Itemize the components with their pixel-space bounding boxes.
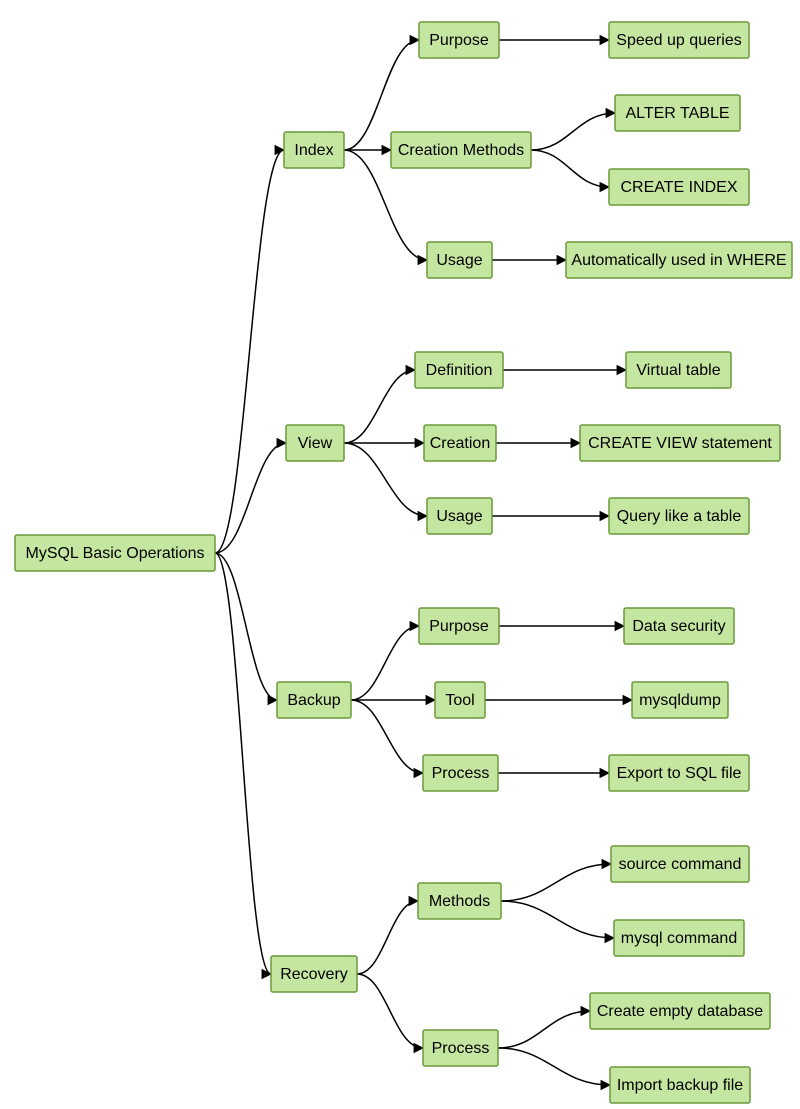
node-alter_table: ALTER TABLE bbox=[615, 95, 740, 131]
edge-view-to-definition bbox=[344, 370, 415, 443]
node-create_view: CREATE VIEW statement bbox=[580, 425, 780, 461]
node-label: mysql command bbox=[621, 930, 737, 947]
edge-backup-to-backup_process bbox=[351, 700, 423, 773]
node-label: mysqldump bbox=[639, 692, 721, 709]
node-label: Data security bbox=[632, 618, 725, 635]
edge-recovery-to-methods bbox=[357, 901, 418, 974]
edge-creation_methods-to-create_index bbox=[531, 150, 609, 187]
node-tool: Tool bbox=[435, 682, 485, 718]
node-backup: Backup bbox=[277, 682, 351, 718]
node-label: ALTER TABLE bbox=[625, 105, 729, 122]
edge-methods-to-source_command bbox=[501, 864, 611, 901]
node-label: Query like a table bbox=[617, 508, 742, 525]
node-label: View bbox=[298, 435, 333, 452]
edge-view-to-view_usage bbox=[344, 443, 427, 516]
node-source_command: source command bbox=[611, 846, 749, 882]
node-label: Process bbox=[432, 1040, 490, 1057]
node-mysqldump: mysqldump bbox=[632, 682, 728, 718]
node-label: Speed up queries bbox=[616, 32, 741, 49]
node-label: Purpose bbox=[429, 618, 489, 635]
node-label: Process bbox=[432, 765, 490, 782]
node-label: Usage bbox=[436, 252, 482, 269]
node-auto_where: Automatically used in WHERE bbox=[566, 242, 792, 278]
node-create_index: CREATE INDEX bbox=[609, 169, 749, 205]
node-create_empty_db: Create empty database bbox=[590, 993, 770, 1029]
node-creation: Creation bbox=[424, 425, 496, 461]
node-label: CREATE INDEX bbox=[620, 179, 737, 196]
node-label: Usage bbox=[436, 508, 482, 525]
edge-recovery_process-to-import_backup bbox=[498, 1048, 610, 1085]
node-label: source command bbox=[619, 856, 742, 873]
node-definition: Definition bbox=[415, 352, 503, 388]
node-label: Automatically used in WHERE bbox=[571, 252, 786, 269]
node-data_security: Data security bbox=[624, 608, 734, 644]
edge-backup-to-backup_purpose bbox=[351, 626, 419, 700]
node-mysql_command: mysql command bbox=[614, 920, 744, 956]
node-label: Tool bbox=[445, 692, 474, 709]
node-label: Methods bbox=[429, 893, 490, 910]
node-recovery_process: Process bbox=[423, 1030, 498, 1066]
node-label: Export to SQL file bbox=[617, 765, 742, 782]
mysql-diagram: MySQL Basic Operations Index Purpose Speed … bbox=[0, 0, 800, 1109]
node-view: View bbox=[286, 425, 344, 461]
node-index: Index bbox=[284, 132, 344, 168]
edge-methods-to-mysql_command bbox=[501, 901, 614, 938]
edge-recovery_process-to-create_empty_db bbox=[498, 1011, 590, 1048]
node-query_like_table: Query like a table bbox=[609, 498, 749, 534]
node-label: Import backup file bbox=[617, 1077, 743, 1094]
node-label: Index bbox=[294, 142, 333, 159]
node-label: Virtual table bbox=[636, 362, 720, 379]
edge-root-to-index bbox=[215, 150, 284, 553]
node-import_backup: Import backup file bbox=[610, 1067, 750, 1103]
node-index_purpose: Purpose bbox=[419, 22, 499, 58]
node-label: Definition bbox=[426, 362, 493, 379]
node-label: MySQL Basic Operations bbox=[25, 545, 204, 562]
edge-recovery-to-recovery_process bbox=[357, 974, 423, 1048]
node-methods: Methods bbox=[418, 883, 501, 919]
node-speed_up: Speed up queries bbox=[609, 22, 749, 58]
edge-creation_methods-to-alter_table bbox=[531, 113, 615, 150]
node-virtual_table: Virtual table bbox=[626, 352, 731, 388]
node-view_usage: Usage bbox=[427, 498, 492, 534]
node-backup_process: Process bbox=[423, 755, 498, 791]
node-label: Backup bbox=[287, 692, 340, 709]
node-backup_purpose: Purpose bbox=[419, 608, 499, 644]
node-root: MySQL Basic Operations bbox=[15, 535, 215, 571]
node-label: Create empty database bbox=[597, 1003, 763, 1020]
node-label: CREATE VIEW statement bbox=[588, 435, 772, 452]
node-index_usage: Usage bbox=[427, 242, 492, 278]
node-export_sql: Export to SQL file bbox=[609, 755, 749, 791]
node-label: Recovery bbox=[280, 966, 348, 983]
node-recovery: Recovery bbox=[271, 956, 357, 992]
node-creation_methods: Creation Methods bbox=[391, 132, 531, 168]
node-label: Purpose bbox=[429, 32, 489, 49]
node-label: Creation Methods bbox=[398, 142, 524, 159]
node-label: Creation bbox=[430, 435, 490, 452]
